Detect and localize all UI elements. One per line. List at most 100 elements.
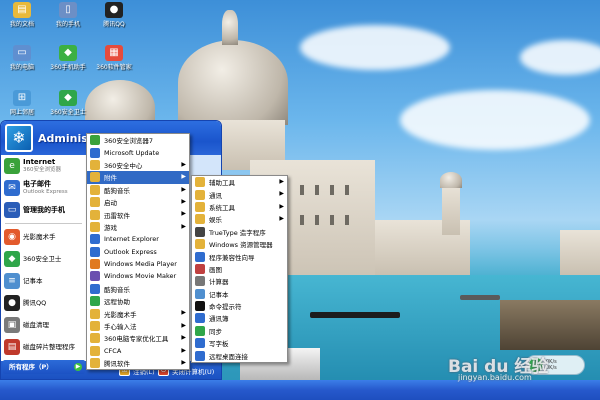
menu-item[interactable]: 360安全中心 ▶ (87, 159, 189, 171)
folder-icon (90, 184, 100, 195)
recent-qq[interactable]: ● 腾讯QQ (1, 292, 86, 314)
pinned-subtitle: Outlook Express (23, 189, 68, 195)
menu-item[interactable]: 系统工具 ▶ (192, 201, 287, 213)
desktop-icon-network[interactable]: ⊞ 网上邻居 (0, 90, 44, 116)
menu-item[interactable]: 娱乐 ▶ (192, 213, 287, 225)
program-icon (195, 288, 205, 299)
menu-item[interactable]: 腾讯软件 ▶ (87, 357, 189, 369)
notepad-icon: ≡ (4, 273, 20, 289)
menu-item-label: 光影魔术手 (104, 310, 137, 319)
arrow-right-icon: ▶ (74, 363, 82, 371)
pinned-email[interactable]: ✉ 电子邮件 Outlook Express (1, 177, 86, 199)
menu-item[interactable]: 远程桌面连接 (192, 349, 287, 361)
menu-item[interactable]: TrueType 造字程序 (192, 226, 287, 238)
menu-item-label: 酷狗音乐 (104, 285, 130, 294)
program-icon (90, 147, 100, 158)
program-icon (195, 226, 205, 237)
recent-label: 记事本 (23, 277, 43, 285)
qq-penguin-icon: ● (105, 2, 123, 18)
recent-disk-cleanup[interactable]: ▣ 磁盘清理 (1, 314, 86, 336)
menu-item-label: 360电脑专家优化工具 (104, 335, 169, 344)
menu-item-label: 360安全中心 (104, 161, 143, 170)
phone-manager-icon: ▭ (4, 202, 20, 218)
menu-item[interactable]: Windows Movie Maker (87, 270, 189, 282)
folder-icon (90, 221, 100, 232)
menu-item[interactable]: 光影魔术手 ▶ (87, 307, 189, 319)
menu-item[interactable]: 360电脑专家优化工具 ▶ (87, 332, 189, 344)
menu-item[interactable]: 酷狗音乐 (87, 283, 189, 295)
menu-item[interactable]: 通讯 ▶ (192, 188, 287, 200)
program-icon (195, 338, 205, 349)
menu-item[interactable]: 通讯簿 (192, 312, 287, 324)
menu-item-label: 360安全浏览器7 (104, 137, 154, 146)
recent-notepad[interactable]: ≡ 记事本 (1, 270, 86, 292)
menu-item[interactable]: Outlook Express (87, 246, 189, 258)
pinned-manage-phone[interactable]: ▭ 管理我的手机 (1, 199, 86, 221)
program-icon (90, 135, 100, 146)
pinned-title: 电子邮件 (23, 180, 51, 188)
menu-item[interactable]: Internet Explorer (87, 233, 189, 245)
submenu-arrow-icon: ▶ (279, 202, 284, 210)
desktop-icon-label: 我的文档 (9, 21, 34, 28)
menu-item-label: 程序兼容性向导 (209, 253, 255, 262)
folder-icon (90, 333, 100, 344)
desktop-icon-qq[interactable]: ● 腾讯QQ (92, 2, 136, 28)
desktop-icon-my-computer[interactable]: ▭ 我的电脑 (0, 45, 44, 71)
menu-item-label: 计算器 (209, 278, 229, 287)
menu-item[interactable]: Windows Media Player (87, 258, 189, 270)
menu-item[interactable]: 计算器 (192, 275, 287, 287)
desktop-icon-label: 360手机助手 (50, 64, 86, 71)
desktop-icon-my-documents[interactable]: ▤ 我的文档 (0, 2, 44, 28)
menu-item[interactable]: 写字板 (192, 337, 287, 349)
desktop-icon-my-phone[interactable]: ▯ 我的手机 (46, 2, 90, 28)
menu-item-label: 写字板 (209, 340, 229, 349)
all-programs-button[interactable]: 所有程序（P） ▶ (3, 360, 85, 374)
pinned-internet[interactable]: e Internet 360安全浏览器 (1, 155, 86, 177)
menu-item[interactable]: 游戏 ▶ (87, 221, 189, 233)
folder-icon (195, 201, 205, 212)
camera-icon: ◉ (4, 229, 20, 245)
recent-defrag[interactable]: ▤ 磁盘碎片整理程序 (1, 336, 86, 358)
menu-item-label: CFCA (104, 346, 122, 355)
desktop-icon-label: 我的手机 (55, 21, 80, 28)
folder-icon (90, 172, 100, 183)
menu-item-label: Internet Explorer (104, 235, 159, 244)
submenu-arrow-icon: ▶ (181, 321, 186, 329)
menu-item[interactable]: 命令提示符 (192, 300, 287, 312)
menu-item[interactable]: 启动 ▶ (87, 196, 189, 208)
program-icon (90, 283, 100, 294)
menu-item[interactable]: CFCA ▶ (87, 345, 189, 357)
watermark-url: jingyan.baidu.com (458, 373, 532, 382)
shield-icon: ◆ (4, 251, 20, 267)
user-avatar[interactable]: ❄ (5, 124, 33, 152)
folder-icon (90, 209, 100, 220)
disk-cleanup-icon: ▣ (4, 317, 20, 333)
menu-item[interactable]: Windows 资源管理器 (192, 238, 287, 250)
recent-photo-editor[interactable]: ◉ 光影魔术手 (1, 226, 86, 248)
desktop-icon-360-software-manager[interactable]: ▦ 360软件管家 (92, 45, 136, 71)
menu-item[interactable]: 记事本 (192, 288, 287, 300)
menu-item[interactable]: 程序兼容性向导 (192, 250, 287, 262)
menu-item-label: 娱乐 (209, 216, 222, 225)
all-programs-label: 所有程序（P） (9, 363, 53, 371)
recent-label: 磁盘清理 (23, 321, 49, 329)
recent-360-security[interactable]: ◆ 360安全卫士 (1, 248, 86, 270)
menu-item[interactable]: 手心输入法 ▶ (87, 320, 189, 332)
menu-item[interactable]: 辅助工具 ▶ (192, 176, 287, 188)
menu-item[interactable]: 同步 (192, 325, 287, 337)
browser-icon: e (4, 158, 20, 174)
menu-item[interactable]: 画图 (192, 263, 287, 275)
menu-item[interactable]: 附件 ▶ (87, 171, 189, 184)
desktop-icon-360-security[interactable]: ◆ 360安全卫士 (46, 90, 90, 116)
mail-icon: ✉ (4, 180, 20, 196)
submenu-arrow-icon: ▶ (181, 185, 186, 193)
desktop-icon-360-phone-assistant[interactable]: ◆ 360手机助手 (46, 45, 90, 71)
menu-item[interactable]: 360安全浏览器7 (87, 134, 189, 146)
menu-item[interactable]: 迅雷软件 ▶ (87, 208, 189, 220)
menu-item-label: 手心输入法 (104, 323, 137, 332)
pinned-subtitle: 360安全浏览器 (23, 167, 61, 173)
menu-item[interactable]: Microsoft Update (87, 146, 189, 158)
menu-item[interactable]: 酷狗音乐 ▶ (87, 184, 189, 196)
menu-item[interactable]: 远程协助 (87, 295, 189, 307)
submenu-arrow-icon: ▶ (181, 197, 186, 205)
